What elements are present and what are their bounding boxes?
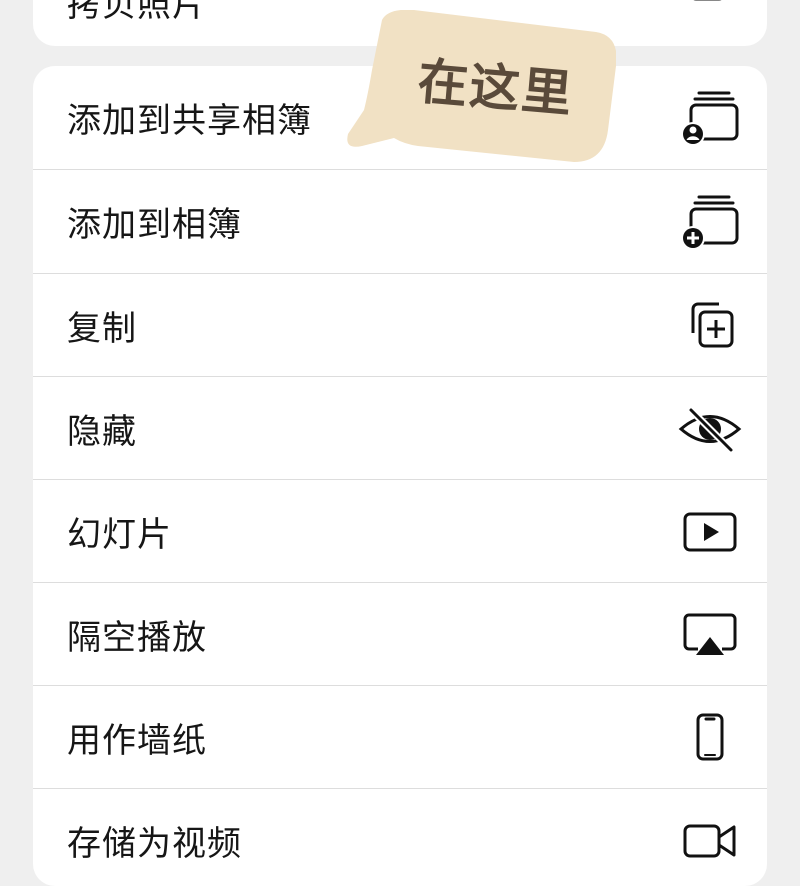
menu-item-airplay[interactable]: 隔空播放 — [33, 583, 767, 686]
menu-item-label: 隔空播放 — [67, 618, 207, 658]
add-to-album-icon — [679, 191, 741, 253]
duplicate-icon — [679, 295, 741, 357]
menu-item-hide[interactable]: 隐藏 — [33, 377, 767, 480]
eye-slash-icon — [678, 398, 742, 460]
menu-item-label: 添加到共享相簿 — [67, 101, 312, 141]
play-rectangle-icon — [679, 501, 741, 563]
airplay-icon — [679, 604, 741, 666]
video-camera-icon — [679, 810, 741, 872]
action-menu: 添加到共享相簿 添加到相簿 复制 隐藏 幻灯片 隔空播放 用作墙纸 存储为视频 — [33, 66, 767, 886]
copy-photo-icon — [679, 0, 741, 26]
iphone-icon — [679, 707, 741, 769]
callout-text: 在这里 — [415, 52, 576, 124]
menu-item-label: 拷贝照片 — [67, 0, 207, 25]
menu-item-use-as-wallpaper[interactable]: 用作墙纸 — [33, 686, 767, 789]
menu-item-label: 幻灯片 — [67, 515, 172, 555]
menu-item-label: 隐藏 — [67, 412, 137, 452]
menu-item-duplicate[interactable]: 复制 — [33, 274, 767, 377]
menu-item-save-as-video[interactable]: 存储为视频 — [33, 789, 767, 886]
menu-item-slideshow[interactable]: 幻灯片 — [33, 480, 767, 583]
menu-item-label: 用作墙纸 — [67, 721, 207, 761]
shared-album-icon — [679, 87, 741, 149]
menu-item-label: 添加到相簿 — [67, 205, 242, 245]
menu-item-label: 复制 — [67, 309, 137, 349]
menu-item-add-to-album[interactable]: 添加到相簿 — [33, 170, 767, 273]
menu-item-label: 存储为视频 — [67, 824, 242, 864]
